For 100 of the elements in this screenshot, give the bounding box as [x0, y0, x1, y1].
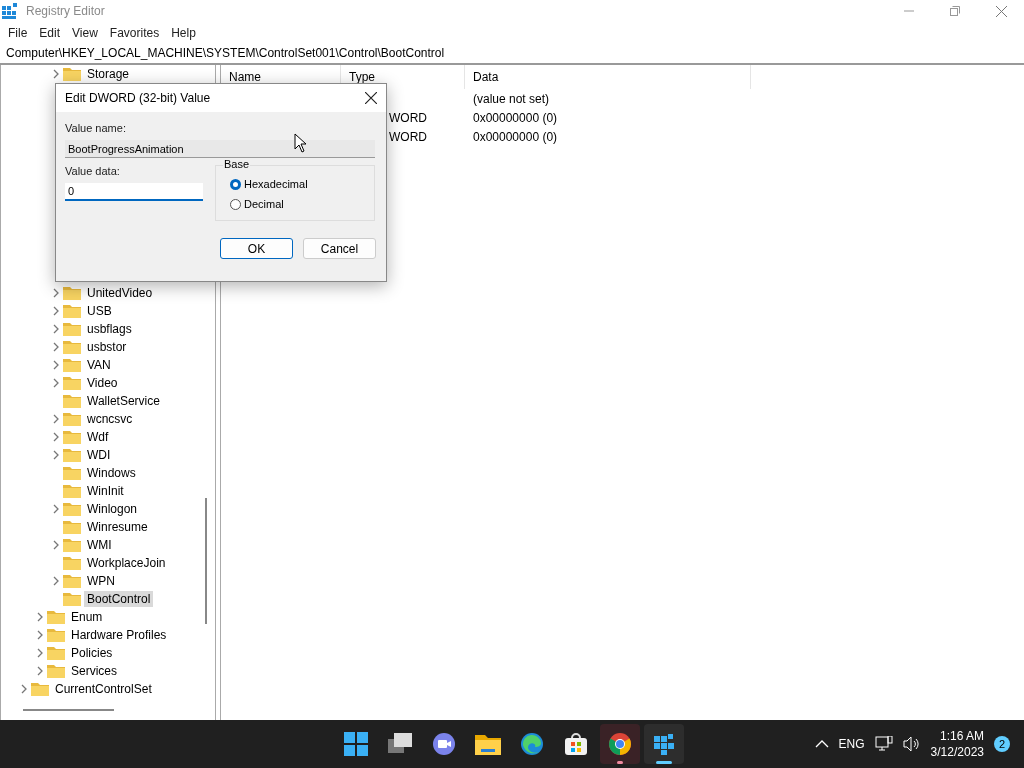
language-indicator[interactable]: ENG — [838, 737, 865, 751]
table-cell: WORD — [389, 129, 427, 144]
tree-item[interactable]: BootControl — [84, 591, 154, 607]
radio-icon[interactable] — [230, 178, 241, 190]
scrollbar-thumb[interactable] — [205, 498, 207, 624]
tree-item[interactable]: Hardware Profiles — [68, 627, 170, 643]
tree-item[interactable]: UnitedVideo — [84, 285, 156, 301]
chevron-icon[interactable] — [52, 69, 60, 79]
tree-item[interactable]: WDI — [84, 447, 114, 463]
chevron-icon[interactable] — [52, 450, 60, 460]
group-label: Base — [223, 158, 251, 170]
chevron-icon[interactable] — [52, 576, 60, 586]
folder-icon — [63, 466, 81, 480]
tree-item[interactable]: WinInit — [84, 483, 127, 499]
tree-item[interactable]: Video — [84, 375, 121, 391]
chevron-up-icon[interactable] — [814, 740, 829, 748]
chevron-icon[interactable] — [36, 612, 44, 622]
cubes-icon — [2, 3, 18, 19]
folder-icon — [63, 430, 81, 444]
folder-icon — [63, 556, 81, 570]
menu-item[interactable]: File — [2, 25, 34, 40]
radio-icon[interactable] — [230, 198, 241, 210]
tree-item[interactable]: Services — [68, 663, 120, 679]
folder-icon — [63, 286, 81, 300]
chevron-icon[interactable] — [52, 342, 60, 352]
cubes-icon — [652, 732, 676, 756]
chevron-icon[interactable] — [52, 414, 60, 424]
folder-icon — [63, 376, 81, 390]
folder-icon — [63, 502, 81, 516]
table-cell: (value not set) — [473, 91, 550, 106]
dialog-button[interactable]: OK — [220, 238, 293, 259]
tree-item[interactable]: WMI — [84, 537, 115, 553]
address-bar[interactable]: Computer\HKEY_LOCAL_MACHINE\SYSTEM\ControlSet001\Control\BootControl — [0, 43, 1024, 65]
value-name-field[interactable]: BootProgressAnimation — [65, 140, 375, 158]
chevron-icon[interactable] — [36, 666, 44, 676]
chrome-browser-icon — [608, 732, 632, 756]
tree-item[interactable]: WPN — [84, 573, 118, 589]
folder-icon — [475, 733, 501, 755]
folder-icon — [63, 394, 81, 408]
menu-item[interactable]: View — [66, 25, 104, 40]
folder-icon — [63, 592, 81, 606]
tree-item[interactable]: usbstor — [84, 339, 130, 355]
tree-item[interactable]: Storage — [84, 66, 133, 82]
tree-item[interactable]: wcncsvc — [84, 411, 136, 427]
dialog-title: Edit DWORD (32-bit) Value — [65, 91, 211, 105]
close-icon[interactable] — [365, 92, 377, 104]
taskbar-app-button[interactable] — [644, 724, 684, 764]
table-cell: 0x00000000 (0) — [473, 129, 558, 144]
chevron-icon[interactable] — [52, 360, 60, 370]
window-title: Registry Editor — [26, 4, 105, 18]
chevron-icon[interactable] — [52, 378, 60, 388]
tree-item[interactable]: VAN — [84, 357, 114, 373]
tree-item[interactable]: Wdf — [84, 429, 112, 445]
speaker-icon[interactable] — [902, 736, 921, 752]
table-cell: 0x00000000 (0) — [473, 110, 558, 125]
scrollbar-thumb[interactable] — [23, 709, 114, 711]
dialog-button[interactable]: Cancel — [303, 238, 376, 259]
folder-icon — [47, 646, 65, 660]
chevron-icon[interactable] — [52, 306, 60, 316]
clock-date[interactable]: 3/12/2023 — [930, 744, 984, 760]
chevron-icon[interactable] — [52, 288, 60, 298]
clock-time[interactable]: 1:16 AM — [939, 728, 984, 744]
tree-item[interactable]: WalletService — [84, 393, 163, 409]
folder-icon — [47, 664, 65, 678]
tree-item[interactable]: USB — [84, 303, 115, 319]
tree-item[interactable]: Enum — [68, 609, 106, 625]
video-chat-icon — [432, 732, 456, 756]
menu-item[interactable]: Edit — [33, 25, 67, 40]
chevron-icon[interactable] — [52, 324, 60, 334]
radio-option[interactable]: Decimal — [230, 198, 374, 210]
chevron-icon[interactable] — [52, 504, 60, 514]
tree-item[interactable]: Winlogon — [84, 501, 141, 517]
chevron-icon[interactable] — [52, 540, 60, 550]
network-icon[interactable] — [874, 736, 893, 752]
menu-item[interactable]: Help — [165, 25, 202, 40]
chevron-icon[interactable] — [36, 630, 44, 640]
tree-item[interactable]: WorkplaceJoin — [84, 555, 169, 571]
radio-option[interactable]: Hexadecimal — [230, 178, 374, 190]
tree-item[interactable]: usbflags — [84, 321, 135, 337]
table-cell: WORD — [389, 110, 427, 125]
folder-icon — [63, 358, 81, 372]
windows-logo-icon — [344, 732, 368, 756]
field-label: Value data: — [65, 165, 121, 177]
folder-icon — [63, 484, 81, 498]
chevron-icon[interactable] — [52, 432, 60, 442]
folder-icon — [63, 322, 81, 336]
restore-icon[interactable] — [950, 6, 960, 16]
tree-item[interactable]: CurrentControlSet — [52, 681, 155, 697]
tree-item[interactable]: Windows — [84, 465, 139, 481]
value-data-field[interactable]: 0 — [65, 183, 203, 201]
browser-swirl-icon — [520, 732, 544, 756]
notification-badge[interactable]: 2 — [994, 736, 1010, 752]
chevron-icon[interactable] — [20, 684, 28, 694]
column-header[interactable]: Data — [465, 65, 751, 89]
chevron-icon[interactable] — [36, 648, 44, 658]
tree-item[interactable]: Winresume — [84, 519, 151, 535]
menu-item[interactable]: Favorites — [103, 25, 166, 40]
folder-icon — [63, 340, 81, 354]
taskbar-app-button[interactable] — [600, 724, 640, 764]
tree-item[interactable]: Policies — [68, 645, 116, 661]
